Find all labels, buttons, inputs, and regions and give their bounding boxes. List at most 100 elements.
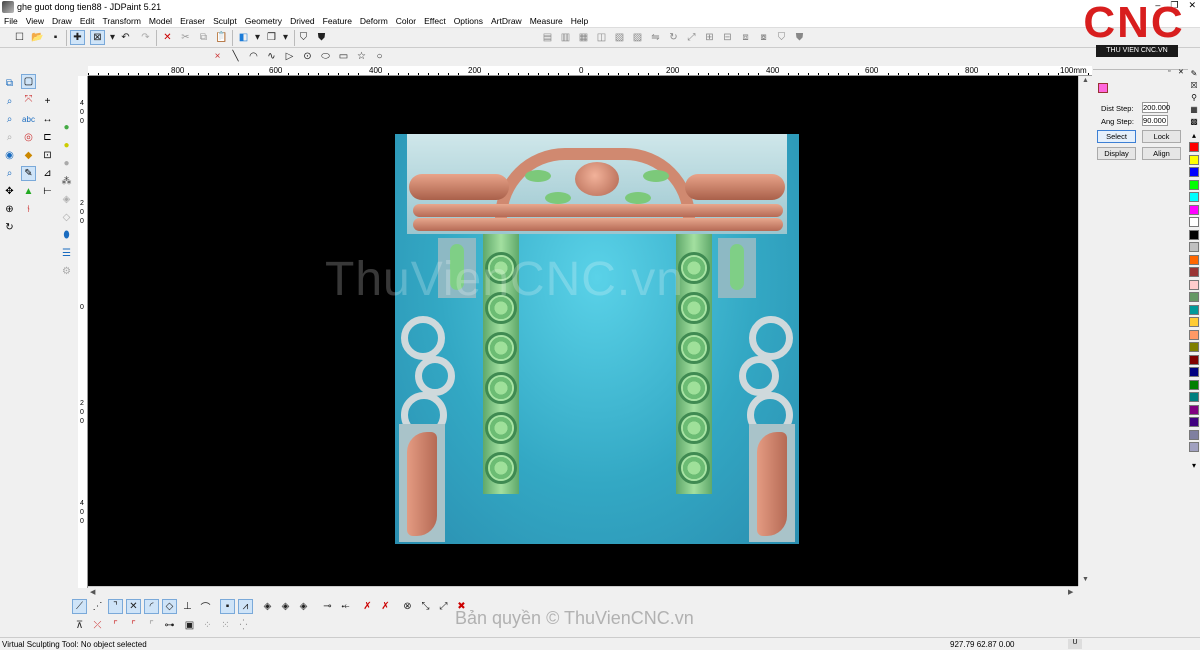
chamfer-icon[interactable]: ⌜ <box>126 618 141 633</box>
scale-icon[interactable]: ⤢ <box>684 30 699 45</box>
box-icon[interactable]: ▣ <box>182 618 197 633</box>
stack-icon[interactable]: ▨ <box>630 30 645 45</box>
menu-sculpt[interactable]: Sculpt <box>209 16 241 26</box>
fillet-icon[interactable]: ⌜ <box>108 618 123 633</box>
menu-artdraw[interactable]: ArtDraw <box>487 16 526 26</box>
refresh-icon[interactable]: ↻ <box>2 220 17 235</box>
grid-icon[interactable]: ⊞ <box>702 30 717 45</box>
color-swatch[interactable] <box>1189 404 1199 415</box>
flip-icon[interactable]: ⇋ <box>648 30 663 45</box>
palette-scroll-down-icon[interactable]: ▾ <box>1189 460 1199 470</box>
cylinder-icon[interactable]: ⬮ <box>59 228 74 243</box>
light-icon[interactable]: ● <box>59 120 74 135</box>
dropdown-arrow-icon[interactable]: ▾ <box>278 30 293 45</box>
scroll-right-icon[interactable]: ▶ <box>1068 588 1073 596</box>
relief-model[interactable] <box>395 134 799 544</box>
break-icon[interactable]: ⤫ <box>90 618 105 633</box>
menu-model[interactable]: Model <box>145 16 176 26</box>
shield-filled-icon[interactable]: ⛊ <box>314 30 329 45</box>
zoom-icon[interactable]: ⊕ <box>2 202 17 217</box>
cut-icon[interactable]: ✂ <box>178 30 193 45</box>
lock-button[interactable]: Lock <box>1142 130 1181 143</box>
transform-icon[interactable]: ⊡ <box>40 148 55 163</box>
delete-node-icon[interactable]: ✗ <box>378 599 393 614</box>
bulb-off-icon[interactable]: ● <box>59 156 74 171</box>
trim-icon[interactable]: ⊿ <box>40 166 55 181</box>
color-swatch[interactable] <box>1189 304 1199 315</box>
color-swatch[interactable] <box>1189 417 1199 427</box>
zoom-in-icon[interactable]: ⌕ <box>2 94 17 109</box>
corner-icon[interactable]: ⌝ <box>108 599 123 614</box>
trim-icon[interactable]: ⊼ <box>72 618 87 633</box>
palette-scroll-up-icon[interactable]: ▴ <box>1189 130 1199 140</box>
canvas-viewport[interactable] <box>88 76 1078 586</box>
menu-drived[interactable]: Drived <box>286 16 319 26</box>
menu-transform[interactable]: Transform <box>98 16 144 26</box>
perpendicular-icon[interactable]: ⊥ <box>180 599 195 614</box>
color-swatch[interactable] <box>1189 229 1199 240</box>
align-icon[interactable]: ▤ <box>540 30 555 45</box>
text-icon[interactable]: abc <box>21 112 36 127</box>
eyedropper-icon[interactable]: ⚲ <box>1189 92 1199 102</box>
menu-deform[interactable]: Deform <box>356 16 392 26</box>
sculpt-point-icon[interactable]: ⋰ <box>90 599 105 614</box>
color-swatch[interactable] <box>1189 392 1199 402</box>
rectangle-icon[interactable]: ▭ <box>336 49 351 64</box>
color-swatch[interactable] <box>1189 142 1199 152</box>
color-swatch[interactable] <box>1189 192 1199 202</box>
menu-draw[interactable]: Draw <box>48 16 76 26</box>
menu-geometry[interactable]: Geometry <box>241 16 286 26</box>
align-right-icon[interactable]: ▦ <box>576 30 591 45</box>
color-swatch[interactable] <box>1189 429 1199 440</box>
new-file-icon[interactable]: ☐ <box>12 30 27 45</box>
distribute-icon[interactable]: ▧ <box>612 30 627 45</box>
color-swatch[interactable] <box>1189 267 1199 277</box>
ungroup-curve-icon[interactable]: ⁙ <box>218 618 233 633</box>
select-icon[interactable]: ⧉ <box>2 76 17 91</box>
sculpt-line-icon[interactable]: ⟋ <box>72 599 87 614</box>
texture-icon[interactable]: ▩ <box>1189 116 1199 126</box>
undo-icon[interactable]: ↶ <box>118 30 133 45</box>
ellipse-icon[interactable]: ⬭ <box>318 49 333 64</box>
crosshair-icon[interactable]: ✚ <box>70 30 85 45</box>
rotate-node-icon[interactable]: ⤡ <box>418 599 433 614</box>
color-swatch[interactable] <box>1189 154 1199 165</box>
rotate-icon[interactable]: ↻ <box>666 30 681 45</box>
arc-corner-icon[interactable]: ◜ <box>144 599 159 614</box>
diamond-grid-icon[interactable]: ◈ <box>260 599 275 614</box>
align-center-icon[interactable]: ▥ <box>558 30 573 45</box>
diamond-grid-icon[interactable]: ◈ <box>296 599 311 614</box>
color-swatch[interactable] <box>1189 367 1199 377</box>
menu-color[interactable]: Color <box>392 16 420 26</box>
remove-node-icon[interactable]: ✗ <box>360 599 375 614</box>
color-swatch[interactable] <box>1189 329 1199 340</box>
pattern-icon[interactable]: ▦ <box>1189 104 1199 114</box>
paste-icon[interactable]: 📋 <box>214 30 229 45</box>
color-swatch[interactable] <box>1189 254 1199 265</box>
node-icon[interactable]: ⊸ <box>320 599 335 614</box>
array-icon[interactable]: ⊟ <box>720 30 735 45</box>
color-swatch[interactable] <box>1189 279 1199 290</box>
pan-icon[interactable]: ✥ <box>2 184 17 199</box>
save-icon[interactable]: ▪ <box>48 30 63 45</box>
color-swatch[interactable] <box>1189 379 1199 390</box>
panel-restore-icon[interactable]: ▫ <box>1168 68 1170 75</box>
fill-icon[interactable]: ◆ <box>21 148 36 163</box>
color-swatch[interactable] <box>1189 292 1199 302</box>
menu-feature[interactable]: Feature <box>319 16 356 26</box>
zoom-window-icon[interactable]: ⌕ <box>2 112 17 127</box>
scroll-up-icon[interactable]: ▲ <box>1082 77 1089 84</box>
view-cube-icon[interactable]: ◧ <box>236 30 251 45</box>
horizontal-scrollbar[interactable]: ◀ ▶ <box>88 586 1078 597</box>
group-curve-icon[interactable]: ⁘ <box>200 618 215 633</box>
shield-icon[interactable]: ⛉ <box>774 30 789 45</box>
snap-curve-icon[interactable]: ⩘ <box>238 599 253 614</box>
transform-node-icon[interactable]: ⊗ <box>400 599 415 614</box>
menu-view[interactable]: View <box>22 16 48 26</box>
dist-step-input[interactable]: 200.000 <box>1142 102 1170 113</box>
color-swatch[interactable] <box>1189 442 1199 452</box>
color-swatch[interactable] <box>1189 317 1199 327</box>
polygon-icon[interactable]: ▷ <box>282 49 297 64</box>
color-swatch[interactable] <box>1189 354 1199 365</box>
shield-filled-icon[interactable]: ⛊ <box>792 30 807 45</box>
